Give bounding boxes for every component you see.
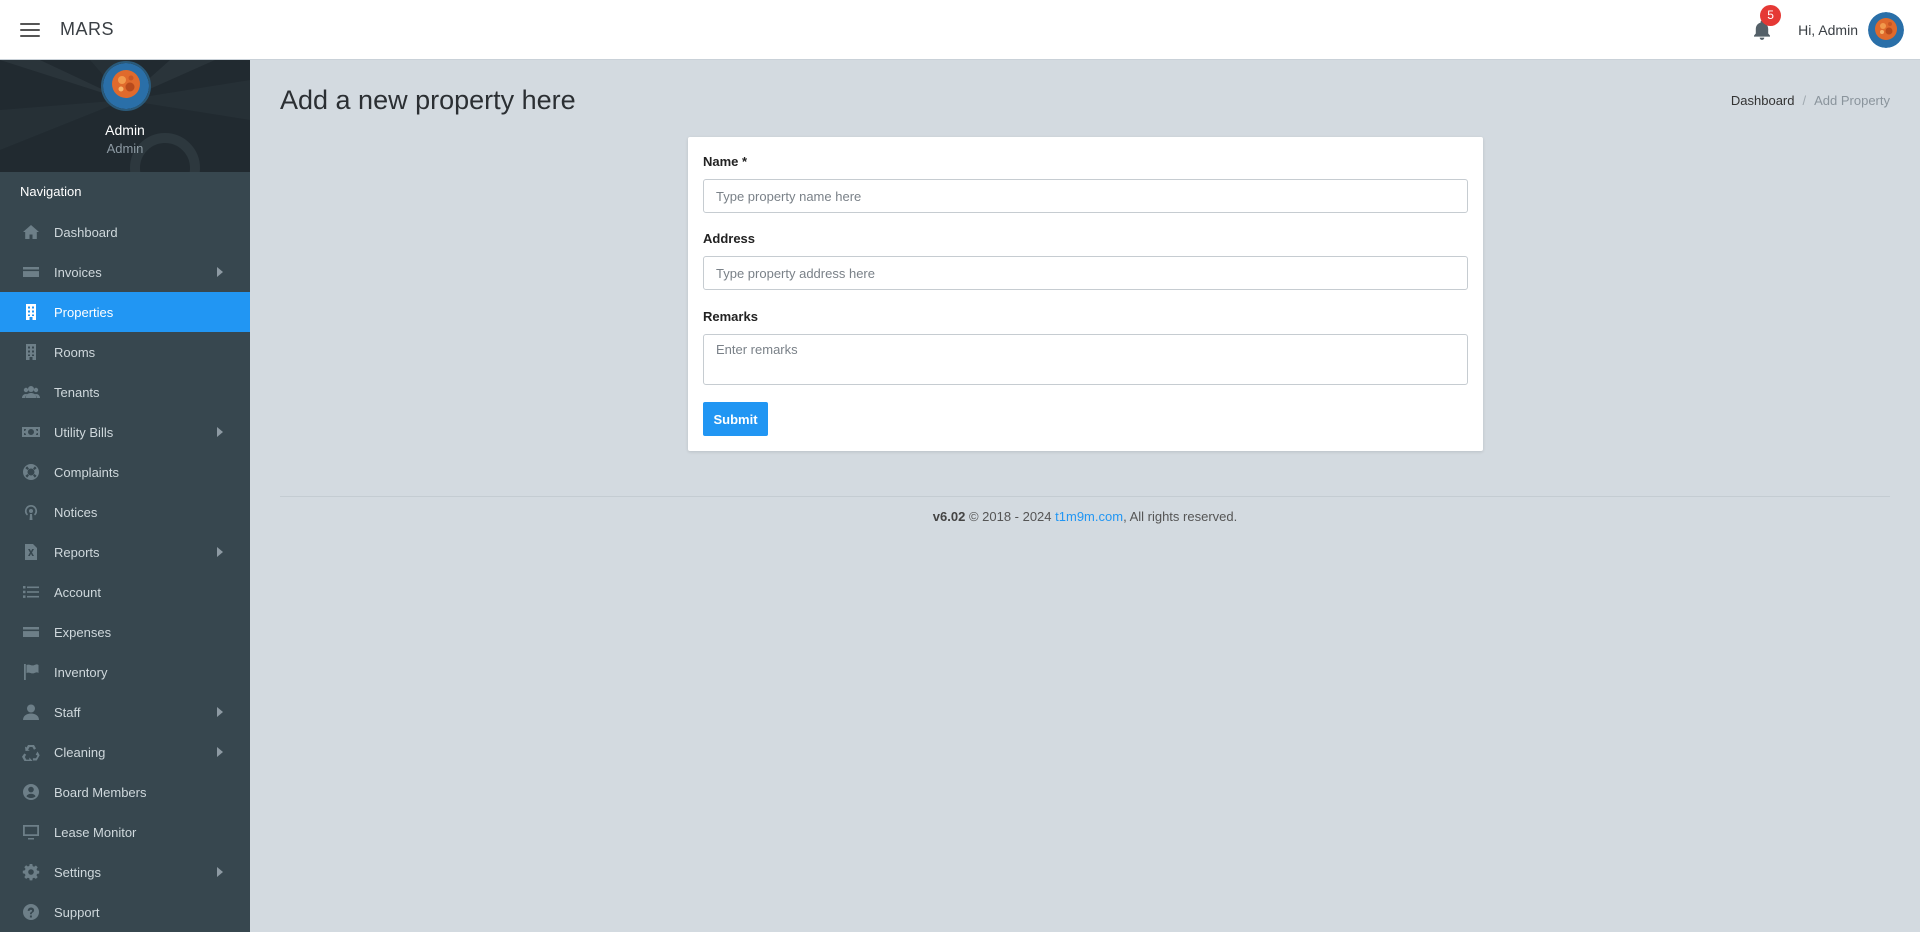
- avatar-image: [1868, 12, 1904, 48]
- name-label: Name *: [703, 154, 748, 169]
- address-label: Address: [703, 231, 756, 246]
- top-bar: MARS 5 Hi, Admin: [0, 0, 1920, 60]
- menu-toggle-icon[interactable]: [20, 22, 40, 37]
- sidebar-item-label: Utility Bills: [54, 424, 114, 440]
- excel-file-icon: [20, 541, 42, 563]
- sidebar-item-label: Board Members: [54, 784, 147, 800]
- footer-divider: [280, 496, 1890, 497]
- notification-count-badge: 5: [1760, 5, 1782, 26]
- sidebar-item-label: Properties: [54, 304, 114, 320]
- sidebar-item-label: Complaints: [54, 464, 120, 480]
- sidebar-item-label: Notices: [54, 504, 98, 520]
- sidebar-profile: Admin Admin: [0, 60, 250, 172]
- sidebar-item-label: Reports: [54, 544, 100, 560]
- breadcrumb-current: Add Property: [1814, 93, 1890, 108]
- sidebar-item-inventory[interactable]: Inventory: [0, 652, 250, 692]
- sidebar-item-label: Settings: [54, 864, 101, 880]
- footer-copyright: © 2018 - 2024: [968, 509, 1052, 524]
- profile-role: Admin: [106, 141, 144, 156]
- sidebar-item-label: Lease Monitor: [54, 824, 137, 840]
- sidebar: Admin Admin Navigation Dashboard Invoices…: [0, 60, 250, 932]
- sidebar-avatar[interactable]: [101, 61, 151, 111]
- user-circle-icon: [20, 781, 42, 803]
- sidebar-item-expenses[interactable]: Expenses: [0, 612, 250, 652]
- credit-card-icon: [20, 261, 42, 283]
- sidebar-item-label: Invoices: [54, 264, 102, 280]
- nav-header: Navigation: [20, 184, 82, 199]
- sidebar-item-notices[interactable]: Notices: [0, 492, 250, 532]
- sidebar-item-cleaning[interactable]: Cleaning: [0, 732, 250, 772]
- flag-icon: [20, 661, 42, 683]
- sidebar-item-lease-monitor[interactable]: Lease Monitor: [0, 812, 250, 852]
- caret-right-icon: [217, 267, 223, 277]
- sidebar-item-staff[interactable]: Staff: [0, 692, 250, 732]
- sidebar-item-label: Tenants: [54, 384, 100, 400]
- sidebar-item-support[interactable]: Support: [0, 892, 250, 932]
- submit-button[interactable]: Submit: [703, 402, 768, 436]
- topbar-right: 5 Hi, Admin: [1748, 0, 1904, 60]
- credit-card-icon: [20, 621, 42, 643]
- footer-version: v6.02: [932, 509, 966, 524]
- sidebar-item-properties[interactable]: Properties: [0, 292, 250, 332]
- page-title: Add a new property here: [280, 85, 576, 115]
- sidebar-item-rooms[interactable]: Rooms: [0, 332, 250, 372]
- app-title[interactable]: MARS: [60, 19, 114, 40]
- sidebar-item-settings[interactable]: Settings: [0, 852, 250, 892]
- property-address-input[interactable]: [703, 256, 1468, 290]
- sidebar-item-label: Rooms: [54, 344, 96, 360]
- sidebar-item-label: Cleaning: [54, 744, 106, 760]
- users-icon: [20, 381, 42, 403]
- user-avatar[interactable]: [1868, 12, 1904, 48]
- sidebar-item-label: Account: [54, 584, 101, 600]
- sidebar-item-label: Inventory: [54, 664, 108, 680]
- sidebar-item-board-members[interactable]: Board Members: [0, 772, 250, 812]
- nav-list: Dashboard Invoices Properties Rooms Tenants U…: [0, 212, 250, 932]
- sidebar-item-complaints[interactable]: Complaints: [0, 452, 250, 492]
- caret-right-icon: [217, 707, 223, 717]
- footer-site-link[interactable]: t1m9m.com: [1055, 509, 1123, 524]
- home-icon: [20, 221, 42, 243]
- sidebar-item-tenants[interactable]: Tenants: [0, 372, 250, 412]
- caret-right-icon: [217, 427, 223, 437]
- podcast-icon: [20, 501, 42, 523]
- profile-name: Admin: [105, 122, 145, 138]
- avatar-image: [103, 63, 149, 109]
- add-property-form: Name * Address Remarks Submit: [688, 137, 1483, 451]
- remarks-label: Remarks: [703, 309, 758, 324]
- list-icon: [20, 581, 42, 603]
- caret-right-icon: [217, 867, 223, 877]
- caret-right-icon: [217, 547, 223, 557]
- sidebar-item-reports[interactable]: Reports: [0, 532, 250, 572]
- sidebar-item-account[interactable]: Account: [0, 572, 250, 612]
- breadcrumb-dashboard-link[interactable]: Dashboard: [1731, 93, 1795, 108]
- breadcrumb-separator: /: [1802, 93, 1807, 108]
- breadcrumb: Dashboard / Add Property: [1731, 93, 1890, 108]
- building-icon: [20, 341, 42, 363]
- remarks-textarea[interactable]: [703, 334, 1468, 385]
- user-icon: [20, 701, 42, 723]
- caret-right-icon: [217, 747, 223, 757]
- gear-icon: [20, 861, 42, 883]
- property-name-input[interactable]: [703, 179, 1468, 213]
- question-circle-icon: [20, 901, 42, 923]
- money-bill-icon: [20, 421, 42, 443]
- sidebar-item-label: Dashboard: [54, 224, 118, 240]
- notifications-button[interactable]: 5: [1748, 5, 1782, 44]
- footer-rights: , All rights reserved.: [1123, 509, 1238, 524]
- sidebar-item-label: Support: [54, 904, 100, 920]
- main-content: Add a new property here Dashboard / Add …: [250, 60, 1920, 932]
- life-ring-icon: [20, 461, 42, 483]
- user-greeting[interactable]: Hi, Admin: [1798, 22, 1858, 38]
- sidebar-item-utility-bills[interactable]: Utility Bills: [0, 412, 250, 452]
- sidebar-item-invoices[interactable]: Invoices: [0, 252, 250, 292]
- recycle-icon: [20, 741, 42, 763]
- sidebar-item-label: Staff: [54, 704, 81, 720]
- sidebar-item-label: Expenses: [54, 624, 112, 640]
- desktop-icon: [20, 821, 42, 843]
- sidebar-item-dashboard[interactable]: Dashboard: [0, 212, 250, 252]
- building-icon: [20, 301, 42, 323]
- footer: v6.02 © 2018 - 2024 t1m9m.com, All right…: [250, 509, 1920, 524]
